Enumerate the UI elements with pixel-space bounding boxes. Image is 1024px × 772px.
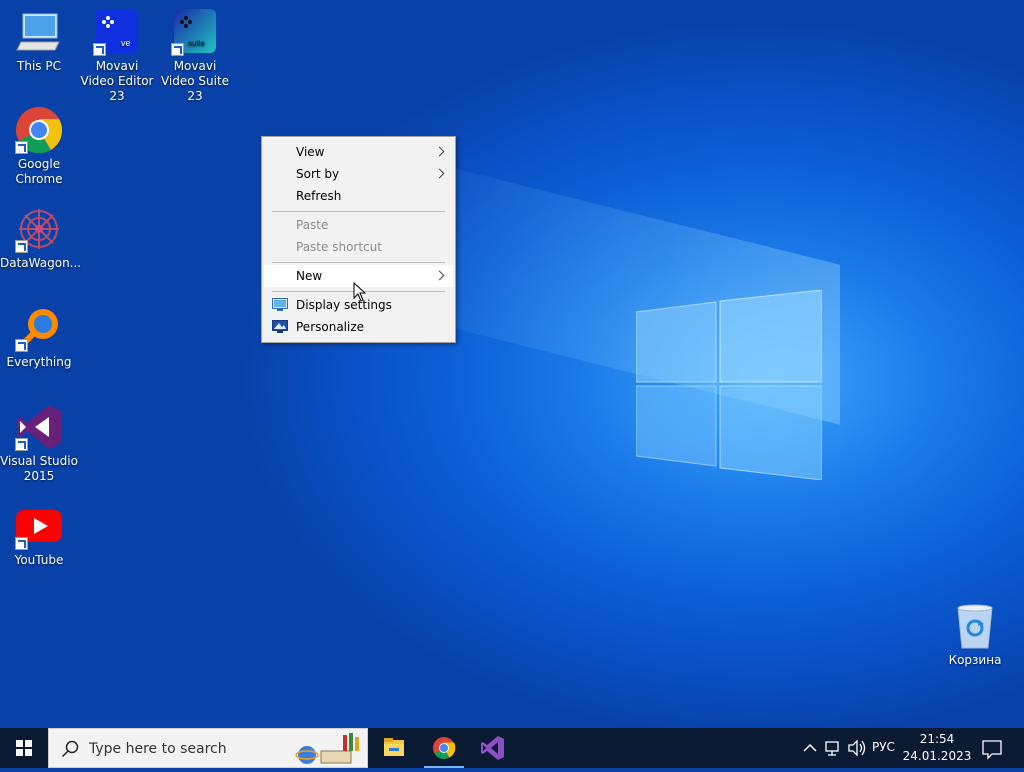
taskbar: Type here to search РУС 21:54 24.01.2023 xyxy=(0,728,1024,768)
clock-time: 21:54 xyxy=(919,732,955,746)
tray-show-hidden-icons[interactable] xyxy=(800,728,820,768)
shortcut-arrow-icon xyxy=(15,537,28,550)
chevron-right-icon xyxy=(434,270,445,281)
tray-network[interactable] xyxy=(822,728,844,768)
tray-volume[interactable] xyxy=(846,728,868,768)
chevron-up-icon xyxy=(803,743,817,752)
menu-item-refresh[interactable]: Refresh xyxy=(264,185,453,207)
file-explorer-icon xyxy=(384,738,404,756)
menu-item-label: Refresh xyxy=(296,189,342,203)
desktop-icon-label: Visual Studio 2015 xyxy=(0,454,78,483)
wallpaper xyxy=(0,0,1024,728)
desktop-icon-label: Movavi Video Editor 23 xyxy=(80,59,154,103)
menu-item-label: Paste shortcut xyxy=(296,240,382,254)
notification-center-button[interactable] xyxy=(978,728,1006,768)
desktop-icon-google-chrome[interactable]: Google Chrome xyxy=(0,106,78,187)
start-button[interactable] xyxy=(0,728,48,768)
menu-item-label: Sort by xyxy=(296,167,340,181)
menu-item-sort-by[interactable]: Sort by xyxy=(264,163,453,185)
search-icon xyxy=(61,740,79,758)
menu-item-label: View xyxy=(296,145,325,159)
desktop-icon-label: Корзина xyxy=(948,653,1002,667)
personalize-icon xyxy=(272,320,288,333)
visual-studio-icon xyxy=(481,736,504,760)
shortcut-arrow-icon xyxy=(171,43,184,56)
menu-separator xyxy=(272,262,445,263)
display-settings-icon xyxy=(272,298,288,311)
recycle-bin-icon xyxy=(957,604,993,649)
taskbar-clock[interactable]: 21:54 24.01.2023 xyxy=(902,731,972,765)
shortcut-arrow-icon xyxy=(15,141,28,154)
desktop-icon-recycle-bin[interactable]: Корзина xyxy=(936,602,1014,668)
search-placeholder: Type here to search xyxy=(89,741,227,757)
movavi-editor-badge: ve xyxy=(121,38,131,48)
network-icon xyxy=(825,741,839,756)
taskbar-chrome[interactable] xyxy=(420,728,468,768)
speaker-icon xyxy=(848,739,866,757)
desktop-icon-youtube[interactable]: YouTube xyxy=(0,502,78,568)
chrome-icon xyxy=(433,737,456,759)
input-language-indicator[interactable]: РУС xyxy=(872,740,895,754)
movavi-suite-badge: suite xyxy=(188,39,205,48)
desktop-icon-label: DataWagon... xyxy=(0,256,82,270)
windows-logo-wallpaper xyxy=(636,290,822,480)
taskbar-visual-studio[interactable] xyxy=(468,728,516,768)
menu-item-label: New xyxy=(296,269,323,283)
desktop-context-menu: View Sort by Refresh Paste Paste shortcu… xyxy=(261,136,456,343)
notification-icon xyxy=(982,740,1002,760)
computer-icon xyxy=(16,13,60,51)
desktop-icon-datawagon[interactable]: DataWagon... xyxy=(0,205,82,271)
chevron-right-icon xyxy=(434,168,445,179)
menu-item-label: Display settings xyxy=(296,298,392,312)
desktop-icon-movavi-editor[interactable]: ve Movavi Video Editor 23 xyxy=(78,8,156,104)
desktop-icon-label: Movavi Video Suite 23 xyxy=(160,59,230,103)
menu-item-label: Personalize xyxy=(296,320,365,334)
desktop-icon-visual-studio[interactable]: Visual Studio 2015 xyxy=(0,403,78,484)
menu-separator xyxy=(272,211,445,212)
shortcut-arrow-icon xyxy=(15,240,28,253)
search-highlight-icon xyxy=(295,733,359,764)
menu-item-view[interactable]: View xyxy=(264,141,453,163)
shortcut-arrow-icon xyxy=(15,438,28,451)
desktop-icon-movavi-suite[interactable]: suite Movavi Video Suite 23 xyxy=(156,8,234,104)
menu-item-paste[interactable]: Paste xyxy=(264,214,453,236)
mouse-pointer-icon xyxy=(353,282,367,302)
desktop-icon-label: Everything xyxy=(6,355,72,369)
shortcut-arrow-icon xyxy=(15,339,28,352)
taskbar-search-box[interactable]: Type here to search xyxy=(48,728,368,768)
chevron-right-icon xyxy=(434,146,445,157)
desktop-icon-label: This PC xyxy=(17,59,61,73)
desktop-icon-this-pc[interactable]: This PC xyxy=(0,8,78,74)
desktop-icon-label: Google Chrome xyxy=(15,157,63,186)
menu-item-label: Paste xyxy=(296,218,329,232)
menu-item-paste-shortcut[interactable]: Paste shortcut xyxy=(264,236,453,258)
menu-item-personalize[interactable]: Personalize xyxy=(264,316,453,338)
desktop-icon-label: YouTube xyxy=(14,553,64,567)
windows-start-icon xyxy=(16,740,32,756)
taskbar-file-explorer[interactable] xyxy=(370,728,418,768)
shortcut-arrow-icon xyxy=(93,43,106,56)
clock-date: 24.01.2023 xyxy=(902,749,972,763)
desktop-icon-everything[interactable]: Everything xyxy=(0,304,78,370)
